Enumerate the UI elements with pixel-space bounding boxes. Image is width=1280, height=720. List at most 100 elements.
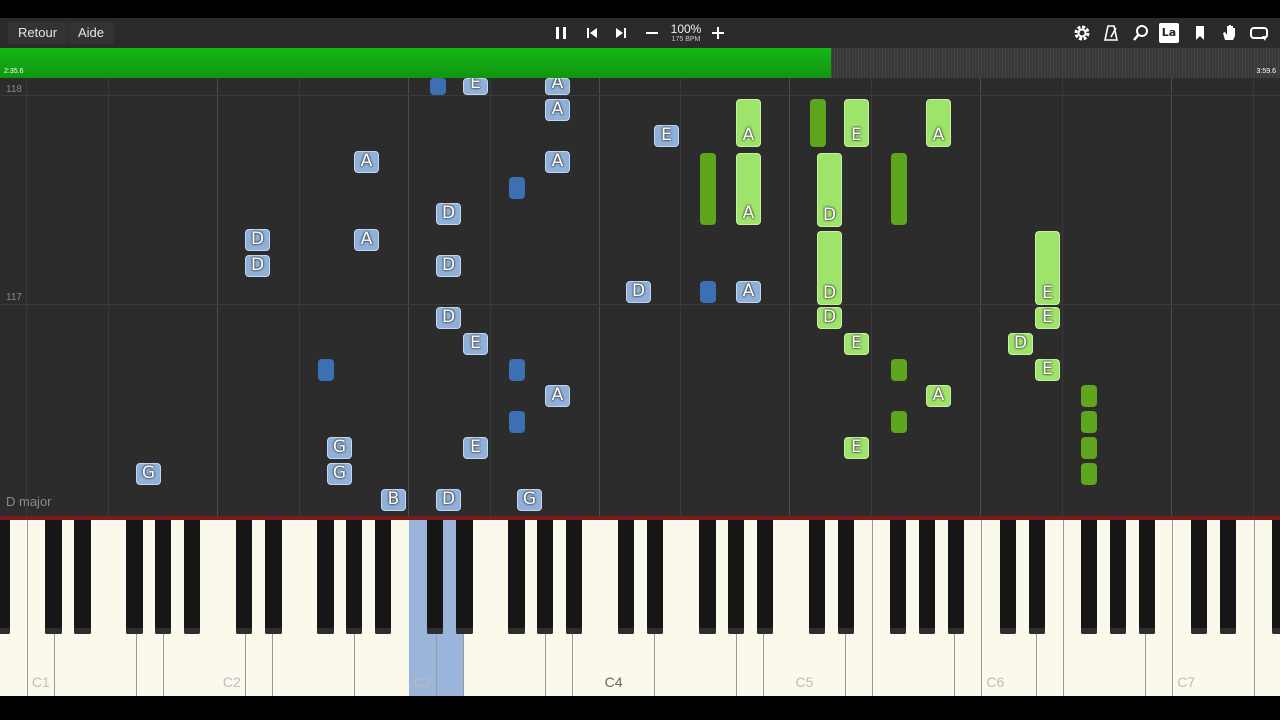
octave-label: C5 <box>795 674 814 690</box>
black-key-C#4[interactable] <box>617 520 635 634</box>
left-hand-note: D <box>245 229 270 251</box>
note-label: B <box>387 489 400 509</box>
black-key-G#6[interactable] <box>1109 520 1126 634</box>
black-key-C#5[interactable] <box>808 520 826 634</box>
hand-icon[interactable] <box>1218 22 1240 44</box>
left-hand-note: A <box>545 151 570 173</box>
black-key-A#3[interactable] <box>565 520 583 634</box>
piano-keyboard[interactable]: C1 C2 C3 C4 C5 C6 C7 <box>0 520 1280 696</box>
note-label: A <box>932 385 945 405</box>
black-key-C#3[interactable] <box>427 520 444 634</box>
left-hand-note: E <box>463 78 488 95</box>
bookmark-icon[interactable] <box>1189 22 1211 44</box>
note-label: A <box>551 151 564 171</box>
black-key-D#6[interactable] <box>1028 520 1046 634</box>
tempo-bpm: 175 BPM <box>671 36 701 43</box>
black-key-C#1[interactable] <box>45 520 62 634</box>
black-key-G#3[interactable] <box>536 520 554 634</box>
black-key-A#0[interactable] <box>0 520 10 634</box>
left-hand-note: A <box>545 99 570 121</box>
black-key-C#7[interactable] <box>1190 520 1207 634</box>
black-key-C#2[interactable] <box>236 520 253 634</box>
black-key-A#6[interactable] <box>1138 520 1155 634</box>
right-hand-note: E <box>1035 231 1060 305</box>
speed-down-icon[interactable] <box>641 22 663 44</box>
left-hand-note: G <box>517 489 542 511</box>
left-hand-note: A <box>545 385 570 407</box>
speed-readout: 100% 175 BPM <box>664 23 708 44</box>
black-key-C#6[interactable] <box>999 520 1017 634</box>
black-key-F#3[interactable] <box>508 520 525 634</box>
black-key-F#6[interactable] <box>1080 520 1098 634</box>
black-key-G#4[interactable] <box>727 520 745 634</box>
note-label: D <box>250 229 265 249</box>
measure-number: 117 <box>6 292 22 303</box>
black-key-D#7[interactable] <box>1219 520 1237 634</box>
left-hand-note: D <box>436 307 461 329</box>
note-label: D <box>822 307 837 327</box>
left-hand-note <box>509 359 525 381</box>
black-key-D#2[interactable] <box>265 520 282 634</box>
octave-label: C4 <box>604 674 623 690</box>
black-key-D#1[interactable] <box>74 520 91 634</box>
left-hand-note <box>700 281 716 303</box>
black-key-A#1[interactable] <box>184 520 201 634</box>
left-hand-note: A <box>545 78 570 95</box>
right-hand-note <box>891 359 907 381</box>
total-time: 3:59.6 <box>1256 68 1276 75</box>
black-key-G#5[interactable] <box>918 520 936 634</box>
black-key-D#5[interactable] <box>838 520 855 634</box>
note-label: G <box>332 463 347 483</box>
right-hand-note <box>891 411 907 433</box>
black-key-A#2[interactable] <box>374 520 392 634</box>
right-hand-note <box>891 153 907 225</box>
left-hand-note: A <box>736 281 761 303</box>
black-key-F#2[interactable] <box>317 520 334 634</box>
previous-icon[interactable] <box>581 22 603 44</box>
help-button[interactable]: Aide <box>68 22 115 44</box>
note-label: D <box>441 255 456 275</box>
left-hand-note: E <box>463 437 488 459</box>
back-button[interactable]: Retour <box>8 22 68 44</box>
black-key-A#5[interactable] <box>947 520 964 634</box>
right-hand-note: E <box>1035 359 1060 381</box>
right-hand-note: D <box>817 307 842 329</box>
label-icon[interactable]: La <box>1159 23 1179 43</box>
note-label: E <box>851 333 862 353</box>
black-key-D#4[interactable] <box>647 520 664 634</box>
right-hand-note: D <box>817 231 842 305</box>
left-hand-note <box>318 359 334 381</box>
right-hand-note: A <box>736 153 761 225</box>
next-icon[interactable] <box>610 22 632 44</box>
search-icon[interactable] <box>1130 22 1152 44</box>
left-hand-note: G <box>136 463 161 485</box>
note-label: E <box>1042 359 1053 379</box>
left-hand-note: E <box>463 333 488 355</box>
left-hand-note: D <box>436 489 461 511</box>
black-key-G#1[interactable] <box>155 520 172 634</box>
progress-fill <box>0 48 831 78</box>
left-hand-note: A <box>354 151 379 173</box>
loop-icon[interactable] <box>1248 22 1270 44</box>
gear-icon[interactable] <box>1071 22 1093 44</box>
black-key-D#3[interactable] <box>456 520 473 634</box>
note-label: A <box>932 125 945 145</box>
black-key-A#4[interactable] <box>756 520 774 634</box>
pause-icon[interactable] <box>550 22 572 44</box>
note-label: A <box>551 385 564 405</box>
black-key-F#4[interactable] <box>699 520 716 634</box>
piano-roll[interactable]: 118 117 D major EAAAADDADDDADEAGEGGBDGEA… <box>0 78 1280 516</box>
note-label: D <box>441 203 456 223</box>
black-key-F#7[interactable] <box>1271 520 1280 634</box>
black-key-G#2[interactable] <box>346 520 363 634</box>
note-label: D <box>822 283 837 303</box>
black-key-F#1[interactable] <box>126 520 143 634</box>
black-key-F#5[interactable] <box>890 520 907 634</box>
metronome-icon[interactable] <box>1100 22 1122 44</box>
right-hand-note: E <box>844 99 869 147</box>
left-hand-note: D <box>245 255 270 277</box>
progress-bar[interactable]: 2:35.6 3:59.6 <box>0 48 1280 78</box>
left-hand-note <box>509 177 525 199</box>
left-hand-note <box>509 411 525 433</box>
speed-up-icon[interactable] <box>707 22 729 44</box>
